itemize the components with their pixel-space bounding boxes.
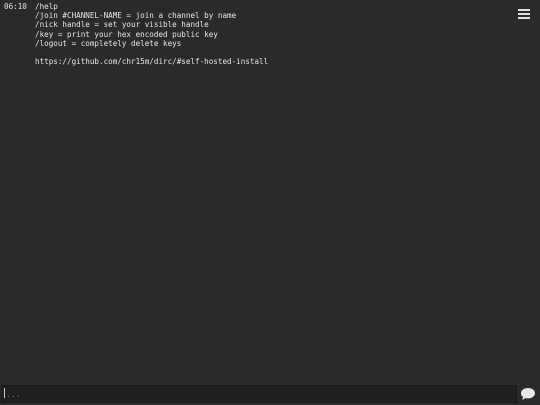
message-composer <box>0 384 540 405</box>
message-input[interactable] <box>1 385 517 403</box>
help-command-line: /help <box>35 2 58 11</box>
help-join-line: /join #CHANNEL-NAME = join a channel by … <box>35 11 237 21</box>
message-timestamp: 06:10 <box>4 2 27 11</box>
speech-bubble-icon[interactable] <box>520 387 536 401</box>
menu-bar-bottom <box>518 17 530 19</box>
help-logout-line: /logout = completely delete keys <box>35 38 182 48</box>
menu-bar-top <box>518 9 530 11</box>
help-key-line: /key = print your hex encoded public key <box>35 29 218 39</box>
menu-bar-middle <box>518 13 530 15</box>
self-hosted-link[interactable]: https://github.com/chr15m/dirc/#self-hos… <box>35 57 268 66</box>
message-body: /help /join #CHANNEL-NAME = join a chann… <box>35 2 268 66</box>
chat-message: 06:10 /help /join #CHANNEL-NAME = join a… <box>4 2 268 66</box>
hamburger-menu-icon[interactable] <box>518 9 530 21</box>
message-area: 06:10 /help /join #CHANNEL-NAME = join a… <box>0 0 540 384</box>
help-nick-line: /nick handle = set your visible handle <box>35 20 209 30</box>
text-cursor <box>4 388 5 398</box>
